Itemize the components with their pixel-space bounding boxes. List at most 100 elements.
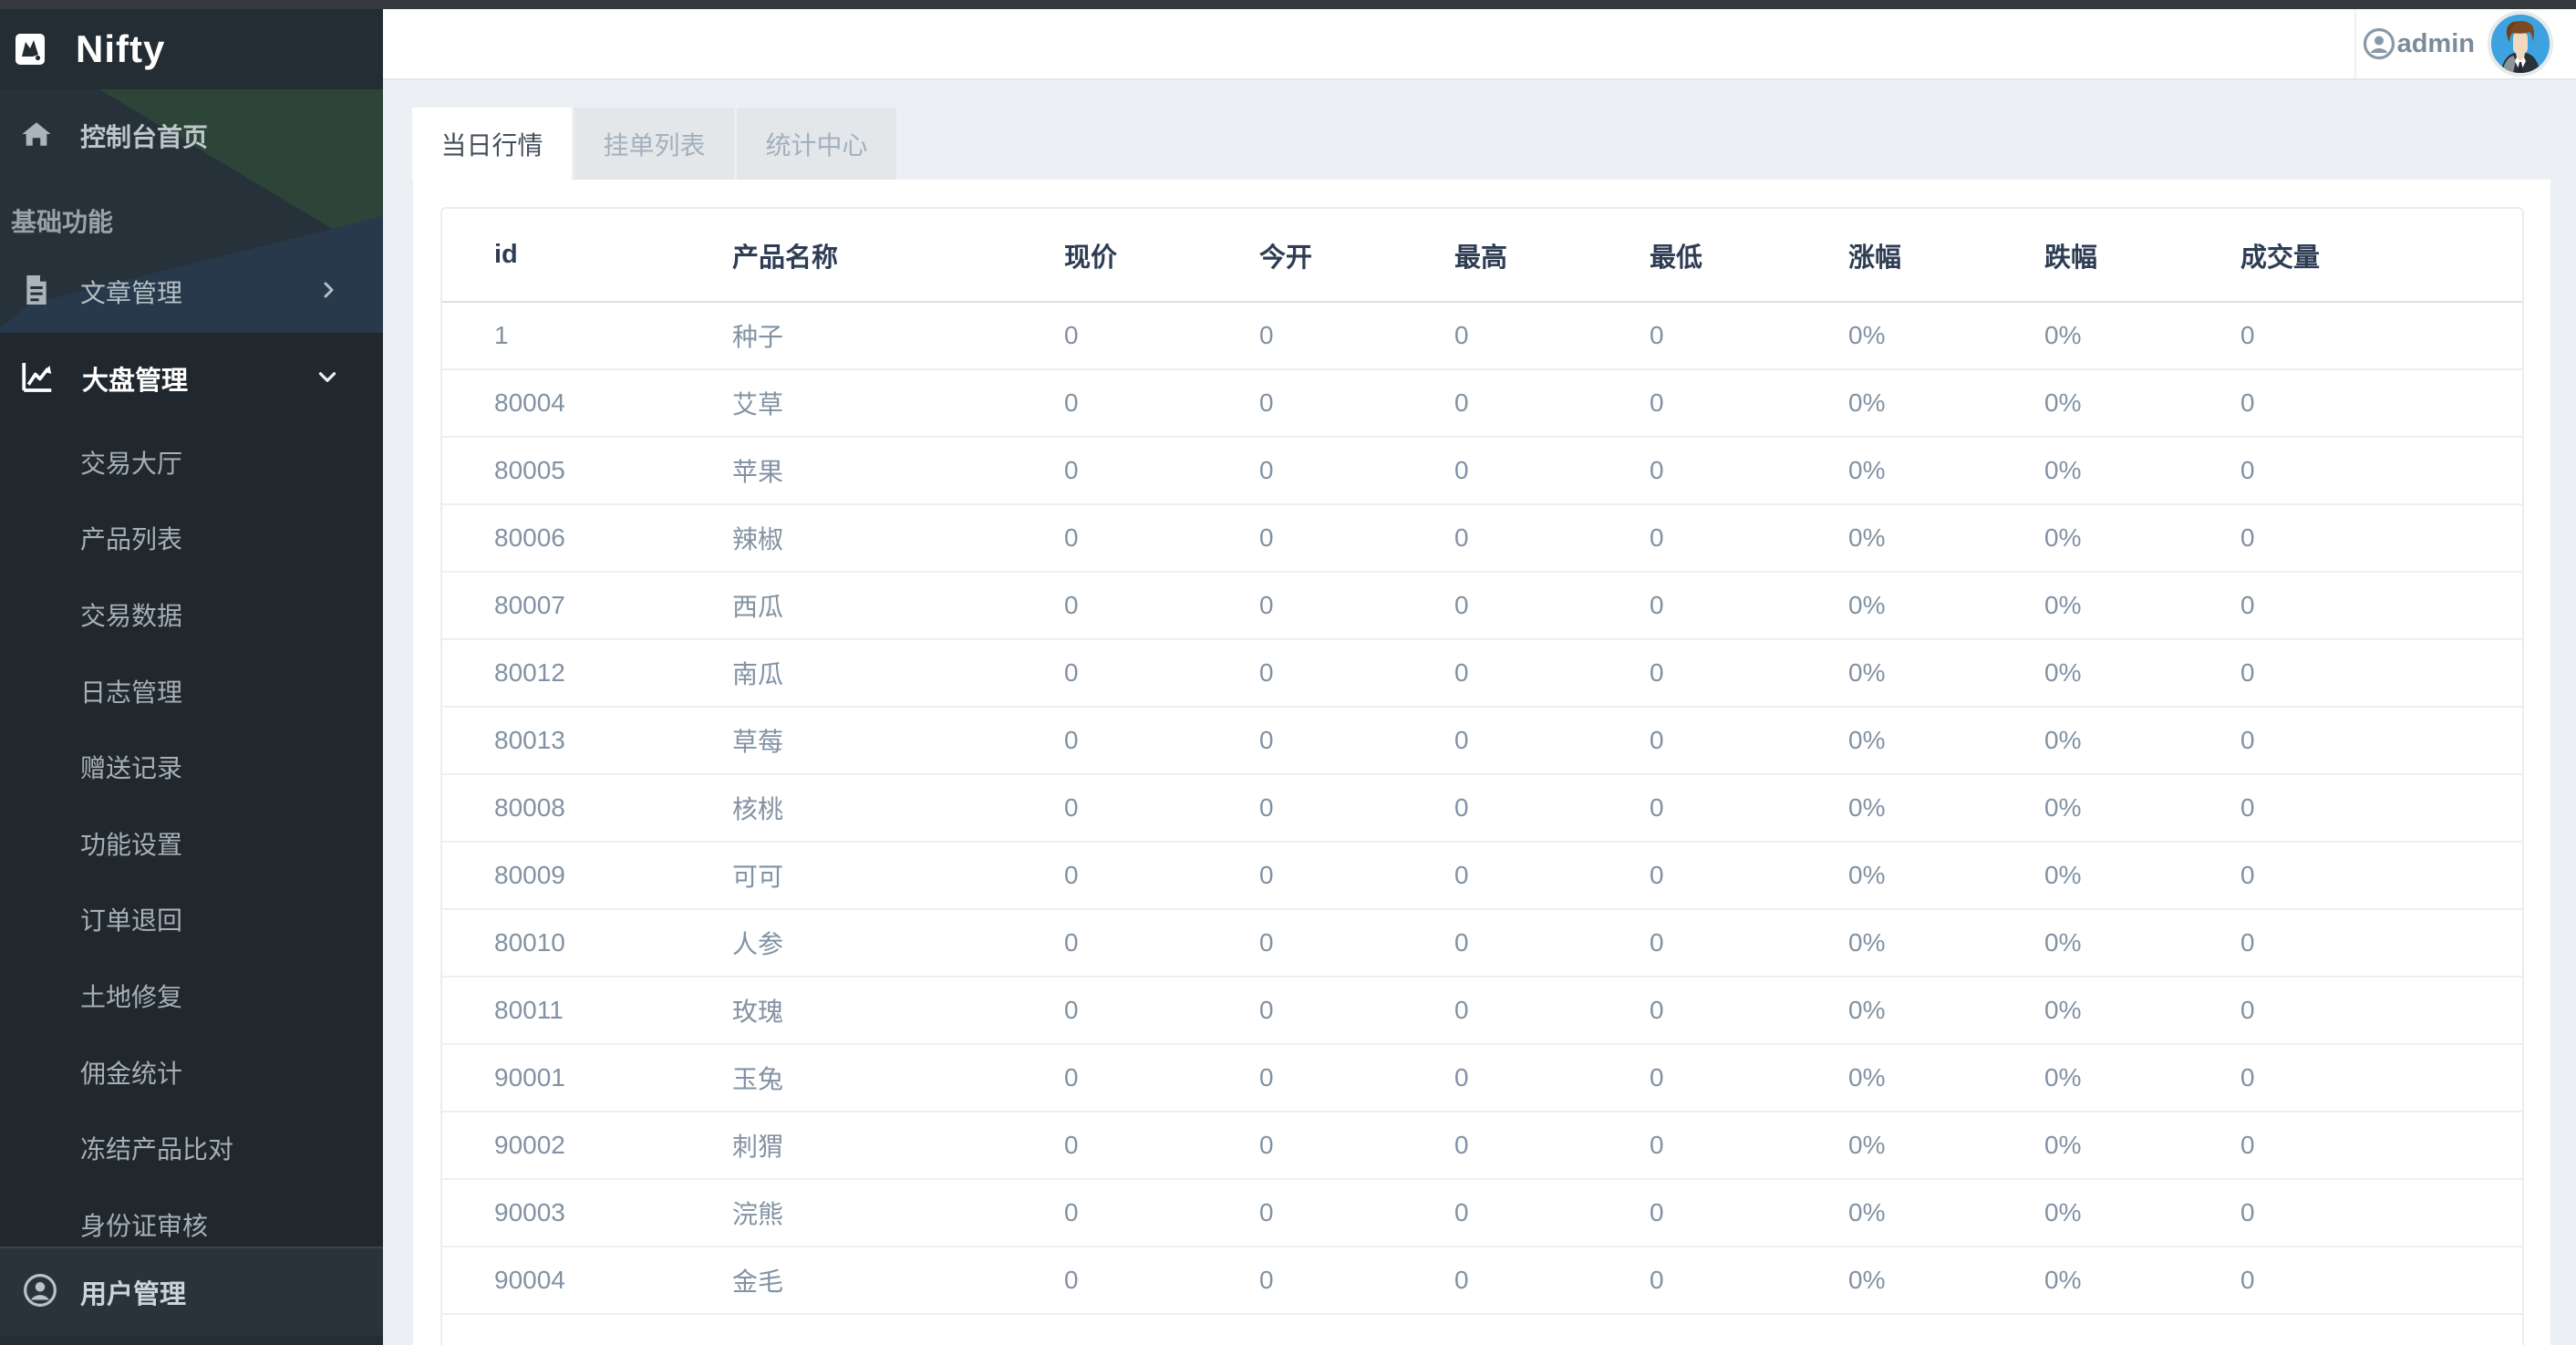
- table-cell: 人参: [732, 909, 1064, 977]
- table-cell: 0: [1259, 369, 1454, 437]
- column-header: 今开: [1259, 209, 1454, 302]
- table-cell: 西瓜: [732, 572, 1064, 639]
- user-menu[interactable]: admin: [2363, 9, 2553, 78]
- table-cell: 0%: [1848, 1112, 2044, 1179]
- tab[interactable]: 统计中心: [737, 108, 896, 180]
- table-cell: 80007: [442, 572, 732, 639]
- table-cell: 草莓: [732, 707, 1064, 774]
- table-cell: 0: [1650, 1179, 1848, 1247]
- table-cell: 0: [1454, 1247, 1650, 1314]
- table-row: 80006辣椒00000%0%0: [442, 504, 2522, 572]
- submenu-item[interactable]: 交易大厅: [0, 424, 383, 501]
- column-header: 跌幅: [2044, 209, 2240, 302]
- table-cell: 0%: [1848, 572, 2044, 639]
- chevron-down-icon: [316, 365, 339, 393]
- table-row: 90002刺猬00000%0%0: [442, 1112, 2522, 1179]
- table-cell: 0: [1454, 1179, 1650, 1247]
- avatar[interactable]: [2488, 11, 2553, 77]
- table-cell: 0: [2240, 977, 2522, 1044]
- table-cell: 0: [1454, 1044, 1650, 1112]
- tab[interactable]: 当日行情: [412, 108, 572, 180]
- table-cell: 0: [1259, 909, 1454, 977]
- sidebar-group-market-management: 大盘管理 交易大厅产品列表交易数据日志管理赠送记录功能设置订单退回土地修复佣金统…: [0, 333, 383, 1256]
- table-cell: 玫瑰: [732, 977, 1064, 1044]
- table-cell: 0: [1454, 504, 1650, 572]
- brand-name: Nifty: [76, 27, 165, 71]
- market-submenu: 交易大厅产品列表交易数据日志管理赠送记录功能设置订单退回土地修复佣金统计冻结产品…: [0, 424, 383, 1263]
- table-cell: 金毛: [732, 1247, 1064, 1314]
- username-label: admin: [2397, 29, 2475, 59]
- table-cell: 0%: [2044, 639, 2240, 707]
- submenu-item[interactable]: 赠送记录: [0, 729, 383, 805]
- table-cell: 0%: [2044, 909, 2240, 977]
- table-cell: 0: [1064, 774, 1259, 842]
- table-cell: 0%: [1848, 774, 2044, 842]
- submenu-item[interactable]: 功能设置: [0, 805, 383, 882]
- table-cell: 0: [2240, 1179, 2522, 1247]
- table-row: 80004艾草00000%0%0: [442, 369, 2522, 437]
- table-cell: 0%: [2044, 842, 2240, 909]
- table-row: 90001玉兔00000%0%0: [442, 1044, 2522, 1112]
- table-cell: 80006: [442, 504, 732, 572]
- table-cell: 刺猬: [732, 1112, 1064, 1179]
- table-cell: 0%: [1848, 302, 2044, 369]
- brand-logo[interactable]: Nifty: [0, 9, 383, 89]
- table-cell: 0: [1454, 572, 1650, 639]
- table-row: 80008核桃00000%0%0: [442, 774, 2522, 842]
- table-cell: 苹果: [732, 437, 1064, 504]
- chevron-right-icon: [317, 279, 339, 305]
- table-row: 80009可可00000%0%0: [442, 842, 2522, 909]
- table-cell: 0%: [2044, 1112, 2240, 1179]
- table-cell: 80004: [442, 369, 732, 437]
- table-cell: 0: [1650, 369, 1848, 437]
- table-cell: 0%: [1848, 842, 2044, 909]
- submenu-item[interactable]: 交易数据: [0, 576, 383, 653]
- table-cell: 浣熊: [732, 1179, 1064, 1247]
- column-header: 最高: [1454, 209, 1650, 302]
- table-cell: 0: [2240, 842, 2522, 909]
- table-cell: 0: [1650, 707, 1848, 774]
- table-cell: 0: [1064, 977, 1259, 1044]
- submenu-item[interactable]: 佣金统计: [0, 1034, 383, 1111]
- table-cell: 0%: [2044, 707, 2240, 774]
- table-cell: 0: [1064, 1179, 1259, 1247]
- submenu-item[interactable]: 日志管理: [0, 653, 383, 729]
- table-cell: 0: [1259, 1179, 1454, 1247]
- table-cell: 0%: [2044, 572, 2240, 639]
- submenu-item[interactable]: 土地修复: [0, 957, 383, 1034]
- table-cell: 0: [1259, 639, 1454, 707]
- table-cell: 0%: [1848, 1179, 2044, 1247]
- column-header: 现价: [1064, 209, 1259, 302]
- table-cell: 0: [1064, 302, 1259, 369]
- table-cell: 0%: [2044, 1179, 2240, 1247]
- quotes-table-container: id产品名称现价今开最高最低涨幅跌幅成交量 1种子00000%0%080004艾…: [440, 207, 2524, 1345]
- sidebar-item-dashboard[interactable]: 控制台首页: [0, 100, 383, 171]
- table-cell: 0%: [1848, 909, 2044, 977]
- submenu-item[interactable]: 订单退回: [0, 882, 383, 958]
- table-row: 90004金毛00000%0%0: [442, 1247, 2522, 1314]
- brand-logo-icon: [16, 34, 45, 65]
- table-cell: 0: [1064, 504, 1259, 572]
- table-cell: 90002: [442, 1112, 732, 1179]
- table-cell: 0%: [2044, 977, 2240, 1044]
- home-icon: [20, 119, 53, 154]
- sidebar-item-article-management[interactable]: 文章管理: [0, 255, 383, 328]
- table-cell: 0: [1259, 1247, 1454, 1314]
- table-cell: 0: [1064, 707, 1259, 774]
- table-cell: 0%: [2044, 437, 2240, 504]
- sidebar-item-market-management[interactable]: 大盘管理: [0, 333, 383, 424]
- top-header-bar: admin: [383, 9, 2576, 80]
- table-cell: 0%: [1848, 707, 2044, 774]
- column-header: 最低: [1650, 209, 1848, 302]
- table-row: 90003浣熊00000%0%0: [442, 1179, 2522, 1247]
- table-cell: 80009: [442, 842, 732, 909]
- table-cell: 0: [1259, 707, 1454, 774]
- table-cell: 0: [1650, 504, 1848, 572]
- tab[interactable]: 挂单列表: [574, 108, 734, 180]
- table-cell: 0: [1650, 774, 1848, 842]
- submenu-item[interactable]: 产品列表: [0, 501, 383, 577]
- sidebar-item-user-management[interactable]: 用户管理: [0, 1247, 383, 1336]
- submenu-item[interactable]: 冻结产品比对: [0, 1110, 383, 1186]
- table-cell: 1: [442, 302, 732, 369]
- table-cell: 0: [1454, 977, 1650, 1044]
